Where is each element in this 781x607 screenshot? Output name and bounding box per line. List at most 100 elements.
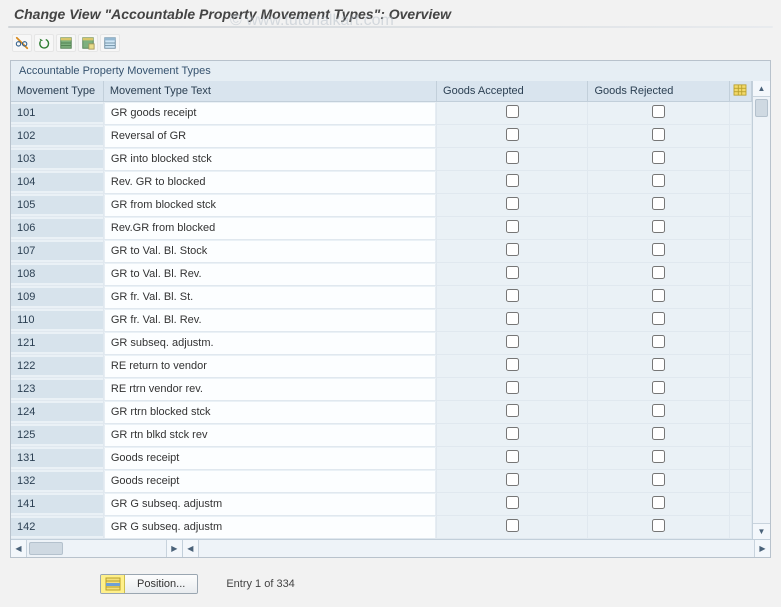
goods-accepted-checkbox[interactable] [506, 358, 519, 371]
goods-rejected-checkbox[interactable] [652, 358, 665, 371]
goods-accepted-checkbox[interactable] [506, 450, 519, 463]
goods-rejected-checkbox[interactable] [652, 496, 665, 509]
goods-accepted-checkbox[interactable] [506, 473, 519, 486]
scroll-down-button[interactable]: ▼ [753, 523, 770, 539]
movement-type-cell[interactable]: 141 [11, 495, 103, 513]
goods-accepted-checkbox[interactable] [506, 243, 519, 256]
scroll-left-button[interactable]: ◀ [11, 540, 27, 557]
movement-type-cell[interactable]: 109 [11, 288, 103, 306]
movement-type-text-field[interactable] [104, 172, 436, 193]
goods-rejected-checkbox[interactable] [652, 243, 665, 256]
horizontal-scrollbar[interactable]: ◀ ▶ ◀ ▶ [11, 539, 770, 557]
movement-type-text-field[interactable] [104, 103, 436, 124]
movement-type-cell[interactable]: 142 [11, 518, 103, 536]
goods-rejected-checkbox[interactable] [652, 335, 665, 348]
goods-rejected-checkbox[interactable] [652, 197, 665, 210]
delete-button[interactable] [100, 34, 120, 52]
movement-type-cell[interactable]: 107 [11, 242, 103, 260]
scroll-track-h-right[interactable] [199, 540, 754, 557]
position-button[interactable]: Position... [100, 574, 198, 594]
scroll-thumb[interactable] [755, 99, 768, 117]
goods-rejected-checkbox[interactable] [652, 450, 665, 463]
col-header-movement-type[interactable]: Movement Type [11, 81, 104, 102]
scroll-thumb-h[interactable] [29, 542, 63, 555]
scroll-up-button[interactable]: ▲ [753, 81, 770, 97]
other-view-button[interactable] [12, 34, 32, 52]
movement-type-cell[interactable]: 106 [11, 219, 103, 237]
goods-accepted-checkbox[interactable] [506, 496, 519, 509]
goods-rejected-checkbox[interactable] [652, 519, 665, 532]
movement-type-text-field[interactable] [104, 379, 436, 400]
goods-accepted-checkbox[interactable] [506, 289, 519, 302]
goods-accepted-checkbox[interactable] [506, 404, 519, 417]
undo-button[interactable] [34, 34, 54, 52]
goods-rejected-checkbox[interactable] [652, 128, 665, 141]
goods-accepted-checkbox[interactable] [506, 151, 519, 164]
movement-type-text-field[interactable] [104, 356, 436, 377]
movement-type-text-field[interactable] [104, 425, 436, 446]
movement-type-cell[interactable]: 125 [11, 426, 103, 444]
movement-type-text-field[interactable] [104, 494, 436, 515]
movement-type-text-field[interactable] [104, 471, 436, 492]
goods-rejected-checkbox[interactable] [652, 220, 665, 233]
movement-type-text-field[interactable] [104, 310, 436, 331]
goods-rejected-checkbox[interactable] [652, 381, 665, 394]
goods-rejected-checkbox[interactable] [652, 427, 665, 440]
goods-rejected-checkbox[interactable] [652, 289, 665, 302]
goods-accepted-checkbox[interactable] [506, 105, 519, 118]
movement-type-text-field[interactable] [104, 517, 436, 538]
movement-type-cell[interactable]: 124 [11, 403, 103, 421]
col-header-movement-type-text[interactable]: Movement Type Text [104, 81, 437, 102]
vertical-scrollbar[interactable]: ▲ ▼ [752, 81, 770, 539]
goods-accepted-checkbox[interactable] [506, 335, 519, 348]
movement-type-cell[interactable]: 132 [11, 472, 103, 490]
movement-type-text-field[interactable] [104, 402, 436, 423]
goods-rejected-checkbox[interactable] [652, 312, 665, 325]
goods-accepted-checkbox[interactable] [506, 266, 519, 279]
movement-type-cell[interactable]: 121 [11, 334, 103, 352]
movement-type-cell[interactable]: 105 [11, 196, 103, 214]
col-header-goods-accepted[interactable]: Goods Accepted [437, 81, 588, 102]
scroll-track-h-left[interactable] [27, 540, 166, 557]
goods-accepted-checkbox[interactable] [506, 381, 519, 394]
movement-type-text-field[interactable] [104, 333, 436, 354]
goods-rejected-checkbox[interactable] [652, 105, 665, 118]
goods-accepted-checkbox[interactable] [506, 220, 519, 233]
scroll-left-button-2[interactable]: ◀ [183, 540, 199, 557]
goods-rejected-checkbox[interactable] [652, 404, 665, 417]
movement-type-text-field[interactable] [104, 241, 436, 262]
movement-type-cell[interactable]: 110 [11, 311, 103, 329]
goods-rejected-checkbox[interactable] [652, 174, 665, 187]
movement-type-cell[interactable]: 122 [11, 357, 103, 375]
movement-type-cell[interactable]: 131 [11, 449, 103, 467]
goods-accepted-checkbox[interactable] [506, 519, 519, 532]
col-header-configure[interactable] [730, 81, 752, 102]
movement-type-text-field[interactable] [104, 264, 436, 285]
movement-type-cell[interactable]: 101 [11, 104, 103, 122]
movement-type-text-field[interactable] [104, 195, 436, 216]
copy-as-button[interactable] [78, 34, 98, 52]
scroll-track[interactable] [753, 97, 770, 523]
new-entries-button[interactable] [56, 34, 76, 52]
movement-type-cell[interactable]: 103 [11, 150, 103, 168]
goods-accepted-checkbox[interactable] [506, 174, 519, 187]
goods-accepted-checkbox[interactable] [506, 427, 519, 440]
movement-type-text-field[interactable] [104, 218, 436, 239]
movement-type-text-field[interactable] [104, 149, 436, 170]
goods-rejected-checkbox[interactable] [652, 266, 665, 279]
goods-accepted-checkbox[interactable] [506, 312, 519, 325]
goods-accepted-checkbox[interactable] [506, 197, 519, 210]
movement-type-text-field[interactable] [104, 448, 436, 469]
scroll-right-button[interactable]: ▶ [166, 540, 182, 557]
goods-rejected-checkbox[interactable] [652, 473, 665, 486]
movement-type-cell[interactable]: 102 [11, 127, 103, 145]
col-header-goods-rejected[interactable]: Goods Rejected [588, 81, 729, 102]
movement-type-cell[interactable]: 108 [11, 265, 103, 283]
movement-type-text-field[interactable] [104, 287, 436, 308]
scroll-right-button-2[interactable]: ▶ [754, 540, 770, 557]
movement-type-text-field[interactable] [104, 126, 436, 147]
movement-type-cell[interactable]: 104 [11, 173, 103, 191]
movement-type-cell[interactable]: 123 [11, 380, 103, 398]
goods-rejected-checkbox[interactable] [652, 151, 665, 164]
goods-accepted-checkbox[interactable] [506, 128, 519, 141]
